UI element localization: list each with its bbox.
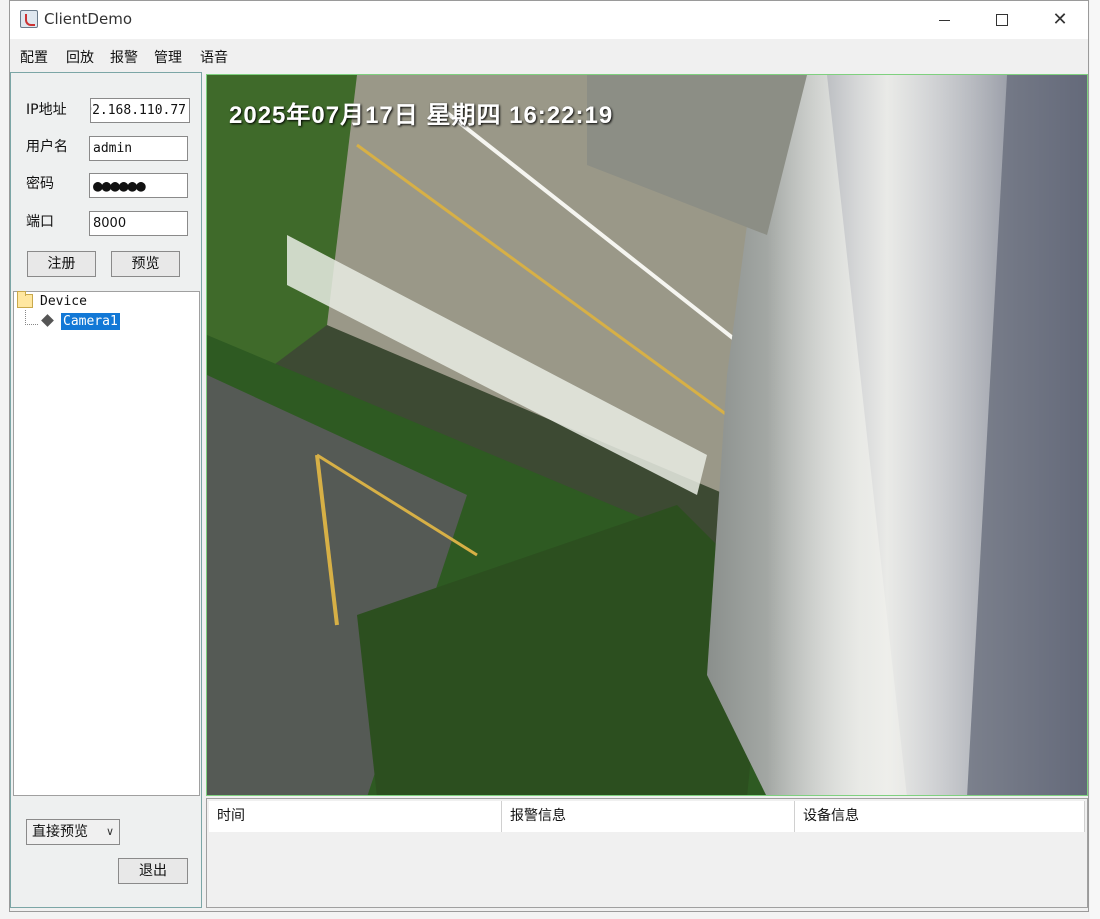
camera-scene-image — [207, 75, 1087, 795]
menu-alarm[interactable]: 报警 — [110, 47, 138, 67]
background-window-edge — [1090, 0, 1100, 919]
column-alarm-info[interactable]: 报警信息 — [502, 801, 795, 832]
username-field[interactable]: admin — [89, 136, 188, 161]
menu-manage[interactable]: 管理 — [154, 47, 182, 67]
ip-address-field[interactable]: 192.168.110.77 — [90, 98, 190, 123]
ip-label: IP地址 — [26, 102, 67, 118]
password-field[interactable]: ●●●●●● — [89, 173, 188, 198]
preview-button[interactable]: 预览 — [111, 251, 180, 277]
menu-bar: 配置 回放 报警 管理 语音 — [10, 39, 1088, 69]
port-field[interactable]: 8000 — [89, 211, 188, 236]
close-button[interactable]: ✕ — [1038, 6, 1082, 34]
password-label: 密码 — [26, 176, 54, 192]
column-device-info[interactable]: 设备信息 — [795, 801, 1085, 832]
camera-node-icon — [41, 314, 54, 327]
title-bar[interactable]: ClientDemo ✕ — [10, 1, 1088, 39]
osd-timestamp: 2025年07月17日 星期四 16:22:19 — [229, 102, 614, 129]
port-label: 端口 — [26, 214, 54, 230]
alarm-info-table: 时间 报警信息 设备信息 — [206, 798, 1088, 908]
preview-mode-value: 直接预览 — [32, 824, 88, 840]
column-time[interactable]: 时间 — [209, 801, 502, 832]
client-demo-window: ClientDemo ✕ 配置 回放 报警 管理 语音 IP地址 192.168… — [9, 0, 1089, 912]
tree-connector — [25, 310, 38, 325]
maximize-button[interactable] — [980, 6, 1024, 34]
video-preview[interactable]: 2025年07月17日 星期四 16:22:19 — [206, 74, 1088, 796]
device-tree: Device Camera1 — [13, 291, 200, 796]
menu-voice[interactable]: 语音 — [200, 47, 228, 67]
chevron-down-icon: ∨ — [105, 825, 114, 838]
folder-icon — [17, 291, 33, 308]
exit-button[interactable]: 退出 — [118, 858, 188, 884]
java-app-icon — [20, 10, 38, 28]
minimize-button[interactable] — [922, 6, 966, 34]
login-panel: IP地址 192.168.110.77 用户名 admin 密码 ●●●●●● … — [10, 72, 202, 908]
menu-playback[interactable]: 回放 — [66, 47, 94, 67]
register-button[interactable]: 注册 — [27, 251, 96, 277]
preview-mode-select[interactable]: 直接预览 ∨ — [26, 819, 120, 845]
menu-config[interactable]: 配置 — [20, 47, 48, 67]
window-title: ClientDemo — [44, 10, 132, 28]
username-label: 用户名 — [26, 139, 68, 155]
tree-root-device[interactable]: Device — [40, 294, 87, 309]
tree-item-camera1[interactable]: Camera1 — [61, 313, 120, 330]
